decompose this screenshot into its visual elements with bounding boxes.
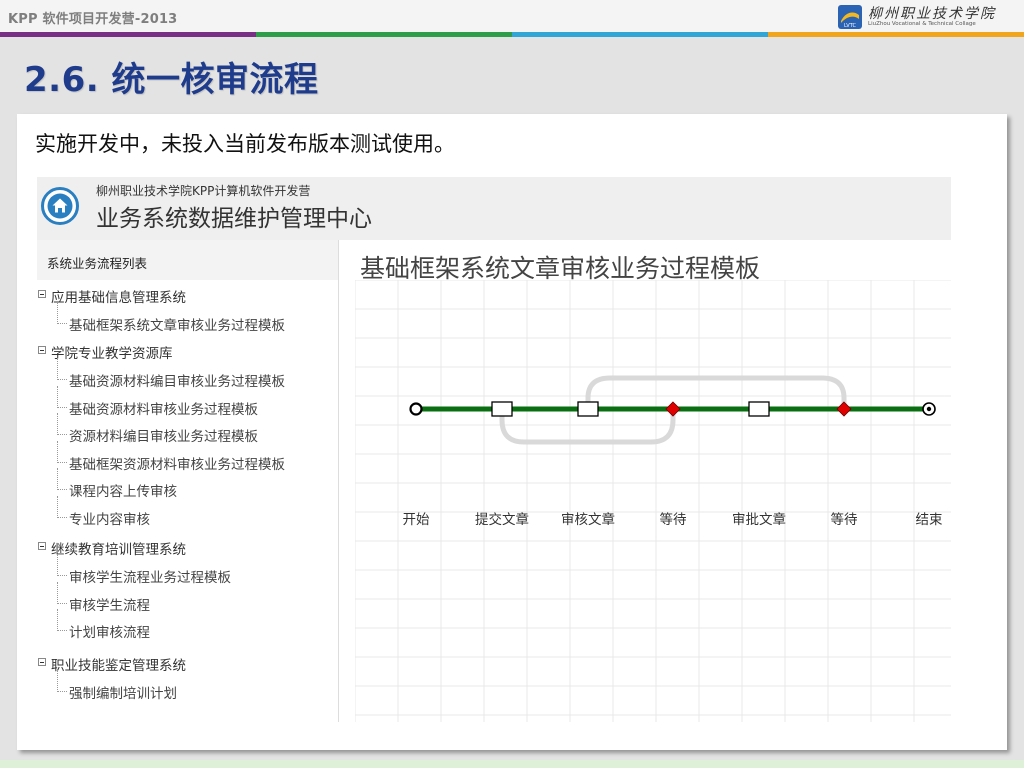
slide-header-title: KPP 软件项目开发营-2013: [8, 12, 178, 27]
tree-item-label: 课程内容上传审核: [69, 484, 177, 500]
tree-item[interactable]: 专业内容审核: [37, 495, 337, 532]
tree-connector: [57, 385, 67, 408]
tree-group-label: 学院专业教学资源库: [51, 346, 173, 362]
loop-connector: [585, 375, 847, 409]
tree-item[interactable]: 审核学生流程: [37, 581, 337, 618]
tree-item[interactable]: 基础资源材料编目审核业务过程模板: [37, 358, 337, 394]
tree-item-label: 审核学生流程: [69, 597, 150, 614]
tree-item-label: 强制编制培训计划: [69, 686, 177, 702]
color-band-segment: [768, 32, 1024, 37]
logo-badge-text: LVTC: [844, 23, 856, 29]
gateway-node: [665, 401, 681, 417]
node-label: 开始: [402, 512, 430, 528]
tree-item[interactable]: 基础框架资源材料审核业务过程模板: [37, 440, 337, 477]
slide-header-bar: KPP 软件项目开发营-2013 LVTC 柳州职业技术学院 LiuZhou V…: [0, 0, 1024, 33]
college-logo-icon: LVTC: [838, 5, 862, 29]
tree-group-label: 继续教育培训管理系统: [51, 542, 186, 558]
tree-item-label: 基础资源材料审核业务过程模板: [69, 401, 258, 418]
color-band-segment: [256, 32, 512, 37]
process-list-sidebar: 系统业务流程列表 应用基础信息管理系统基础框架系统文章审核业务过程模板学院专业教…: [37, 240, 339, 722]
tree-item[interactable]: 强制编制培训计划: [37, 670, 337, 706]
node-label: 结束: [915, 512, 943, 528]
tree-item-label: 资源材料编目审核业务过程模板: [69, 429, 258, 445]
tree-item-label: 基础框架资源材料审核业务过程模板: [69, 456, 285, 473]
tree-group[interactable]: 学院专业教学资源库: [37, 342, 337, 366]
tree-item[interactable]: 课程内容上传审核: [37, 468, 337, 504]
tree-item[interactable]: 资源材料编目审核业务过程模板: [37, 413, 337, 449]
tree-connector: [57, 670, 67, 692]
app-header: 柳州职业技术学院KPP计算机软件开发营 业务系统数据维护管理中心: [37, 177, 951, 240]
header-color-band: [0, 32, 1024, 37]
tree-item[interactable]: 审核学生流程业务过程模板: [37, 554, 337, 590]
sidebar-header-label: 系统业务流程列表: [47, 256, 148, 271]
college-name-en: LiuZhou Vocational & Technical Collage: [868, 21, 976, 27]
tree-connector: [57, 581, 67, 604]
tree-item[interactable]: 基础资源材料审核业务过程模板: [37, 385, 337, 422]
node-label: 提交文章: [475, 512, 529, 528]
tree-item[interactable]: 计划审核流程: [37, 609, 337, 645]
node-label: 等待: [830, 512, 858, 528]
workflow-diagram: [355, 280, 951, 722]
collapse-toggle-icon[interactable]: [38, 542, 46, 550]
slide-title: 2.6. 统一核审流程: [24, 60, 319, 100]
end-node-dot: [926, 406, 932, 412]
task-node: [577, 401, 599, 417]
tree-item-label: 基础框架系统文章审核业务过程模板: [69, 318, 285, 334]
tree-group[interactable]: 继续教育培训管理系统: [37, 538, 337, 562]
collapse-toggle-icon[interactable]: [38, 346, 46, 354]
tree-connector: [57, 302, 67, 324]
app-subtitle: 柳州职业技术学院KPP计算机软件开发营: [96, 184, 311, 198]
tree-item-label: 审核学生流程业务过程模板: [69, 570, 231, 586]
node-label: 等待: [659, 512, 687, 528]
color-band-segment: [0, 32, 256, 37]
collapse-toggle-icon[interactable]: [38, 658, 46, 666]
color-band-segment: [512, 32, 768, 37]
collapse-toggle-icon[interactable]: [38, 290, 46, 298]
tree-item-label: 计划审核流程: [69, 625, 150, 641]
tree-connector: [57, 468, 67, 490]
tree-group[interactable]: 应用基础信息管理系统: [37, 286, 337, 310]
node-label: 审批文章: [732, 512, 786, 528]
gateway-node: [836, 401, 852, 417]
college-name-cn: 柳州职业技术学院: [868, 6, 996, 22]
tree-connector: [57, 554, 67, 576]
intro-text: 实施开发中，未投入当前发布版本测试使用。: [35, 132, 455, 156]
tree-connector: [57, 495, 67, 518]
task-node: [748, 401, 770, 417]
tree-item-label: 专业内容审核: [69, 511, 150, 528]
tree-connector: [57, 609, 67, 631]
sidebar-header: 系统业务流程列表: [37, 240, 338, 280]
tree-group-label: 应用基础信息管理系统: [51, 290, 186, 306]
tree-connector: [57, 440, 67, 463]
home-icon[interactable]: [40, 186, 80, 226]
workflow-diagram-panel: 基础框架系统文章审核业务过程模板 开始 提交文章 审核文章 等待 审批文章 等待 结束: [355, 240, 951, 722]
tree-connector: [57, 413, 67, 435]
app-title: 业务系统数据维护管理中心: [96, 206, 372, 232]
node-label: 审核文章: [561, 512, 615, 528]
tree-item[interactable]: 基础框架系统文章审核业务过程模板: [37, 302, 337, 338]
college-logo: LVTC 柳州职业技术学院 LiuZhou Vocational & Techn…: [838, 3, 1016, 31]
content-card: 实施开发中，未投入当前发布版本测试使用。 柳州职业技术学院KPP计算机软件开发营…: [17, 114, 1007, 750]
tree-connector: [57, 358, 67, 380]
start-node: [409, 402, 423, 416]
bottom-strip: [0, 760, 1024, 768]
task-node: [491, 401, 513, 417]
tree-item-label: 基础资源材料编目审核业务过程模板: [69, 374, 285, 390]
tree-group-label: 职业技能鉴定管理系统: [51, 658, 186, 674]
tree-group[interactable]: 职业技能鉴定管理系统: [37, 654, 337, 678]
